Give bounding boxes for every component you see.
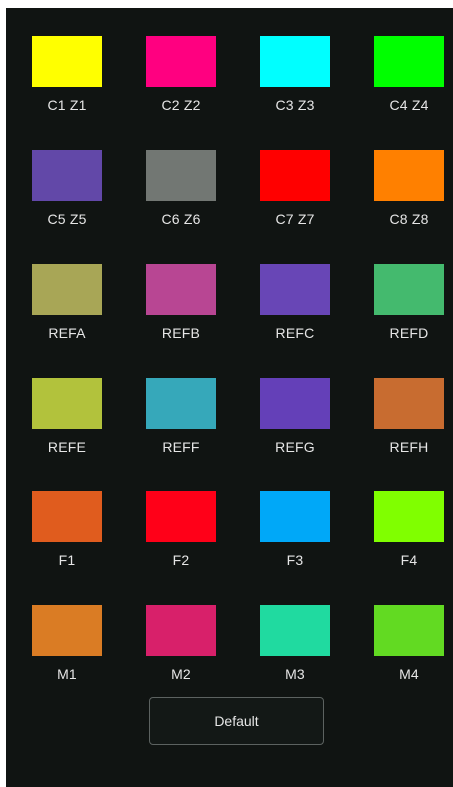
swatch-label-c3-z3: C3 Z3 (275, 97, 315, 113)
swatch-m4[interactable]: M4 (359, 605, 453, 695)
swatch-color-m3[interactable] (260, 605, 330, 656)
swatch-color-refg[interactable] (260, 378, 330, 429)
swatch-label-c8-z8: C8 Z8 (389, 211, 429, 227)
swatch-label-f1: F1 (58, 552, 76, 568)
swatch-color-refb[interactable] (146, 264, 216, 315)
swatch-label-m2: M2 (171, 666, 191, 682)
swatch-label-m1: M1 (57, 666, 77, 682)
swatch-label-c2-z2: C2 Z2 (161, 97, 201, 113)
swatch-color-f2[interactable] (146, 491, 216, 542)
swatch-refh[interactable]: REFH (359, 378, 453, 468)
swatch-color-refc[interactable] (260, 264, 330, 315)
swatch-color-c7-z7[interactable] (260, 150, 330, 201)
swatch-color-refa[interactable] (32, 264, 102, 315)
swatch-m1[interactable]: M1 (17, 605, 117, 695)
swatch-c6-z6[interactable]: C6 Z6 (131, 150, 231, 240)
swatch-c1-z1[interactable]: C1 Z1 (17, 36, 117, 126)
swatch-color-c1-z1[interactable] (32, 36, 102, 87)
swatch-c2-z2[interactable]: C2 Z2 (131, 36, 231, 126)
swatch-f4[interactable]: F4 (359, 491, 453, 581)
swatch-refe[interactable]: REFE (17, 378, 117, 468)
swatch-f1[interactable]: F1 (17, 491, 117, 581)
swatch-c7-z7[interactable]: C7 Z7 (245, 150, 345, 240)
swatch-f3[interactable]: F3 (245, 491, 345, 581)
swatch-label-c7-z7: C7 Z7 (275, 211, 315, 227)
swatch-color-refh[interactable] (374, 378, 444, 429)
swatch-label-refg: REFG (275, 439, 315, 455)
swatch-refa[interactable]: REFA (17, 264, 117, 354)
swatch-m2[interactable]: M2 (131, 605, 231, 695)
swatch-label-f2: F2 (172, 552, 190, 568)
swatch-label-refh: REFH (389, 439, 429, 455)
swatch-label-m4: M4 (399, 666, 419, 682)
swatch-refg[interactable]: REFG (245, 378, 345, 468)
swatch-label-reff: REFF (162, 439, 200, 455)
swatch-reff[interactable]: REFF (131, 378, 231, 468)
swatch-color-m4[interactable] (374, 605, 444, 656)
swatch-label-c6-z6: C6 Z6 (161, 211, 201, 227)
swatch-color-c6-z6[interactable] (146, 150, 216, 201)
swatch-color-f1[interactable] (32, 491, 102, 542)
swatch-c8-z8[interactable]: C8 Z8 (359, 150, 453, 240)
swatch-refc[interactable]: REFC (245, 264, 345, 354)
swatch-color-refd[interactable] (374, 264, 444, 315)
swatch-color-refe[interactable] (32, 378, 102, 429)
swatch-label-refa: REFA (48, 325, 86, 341)
swatch-c3-z3[interactable]: C3 Z3 (245, 36, 345, 126)
swatch-label-refc: REFC (275, 325, 315, 341)
swatch-color-c5-z5[interactable] (32, 150, 102, 201)
swatch-c5-z5[interactable]: C5 Z5 (17, 150, 117, 240)
swatch-label-c1-z1: C1 Z1 (47, 97, 87, 113)
swatch-color-m1[interactable] (32, 605, 102, 656)
color-settings-panel: C1 Z1 C2 Z2 C3 Z3 C4 Z4 C5 Z5 C6 Z6 C7 Z7 C8 Z8… (6, 8, 453, 787)
swatch-m3[interactable]: M3 (245, 605, 345, 695)
swatch-label-c4-z4: C4 Z4 (389, 97, 429, 113)
swatch-color-c2-z2[interactable] (146, 36, 216, 87)
swatch-color-c4-z4[interactable] (374, 36, 444, 87)
swatch-color-f4[interactable] (374, 491, 444, 542)
default-button[interactable]: Default (149, 697, 324, 745)
swatch-color-m2[interactable] (146, 605, 216, 656)
swatch-f2[interactable]: F2 (131, 491, 231, 581)
swatch-color-c8-z8[interactable] (374, 150, 444, 201)
swatch-label-f4: F4 (400, 552, 418, 568)
swatch-refb[interactable]: REFB (131, 264, 231, 354)
swatch-label-refd: REFD (389, 325, 429, 341)
swatch-c4-z4[interactable]: C4 Z4 (359, 36, 453, 126)
swatch-color-f3[interactable] (260, 491, 330, 542)
swatch-color-reff[interactable] (146, 378, 216, 429)
swatch-label-m3: M3 (285, 666, 305, 682)
swatch-label-f3: F3 (286, 552, 304, 568)
swatch-color-c3-z3[interactable] (260, 36, 330, 87)
swatch-refd[interactable]: REFD (359, 264, 453, 354)
swatch-label-refe: REFE (47, 439, 87, 455)
swatch-label-refb: REFB (161, 325, 201, 341)
swatch-label-c5-z5: C5 Z5 (47, 211, 87, 227)
